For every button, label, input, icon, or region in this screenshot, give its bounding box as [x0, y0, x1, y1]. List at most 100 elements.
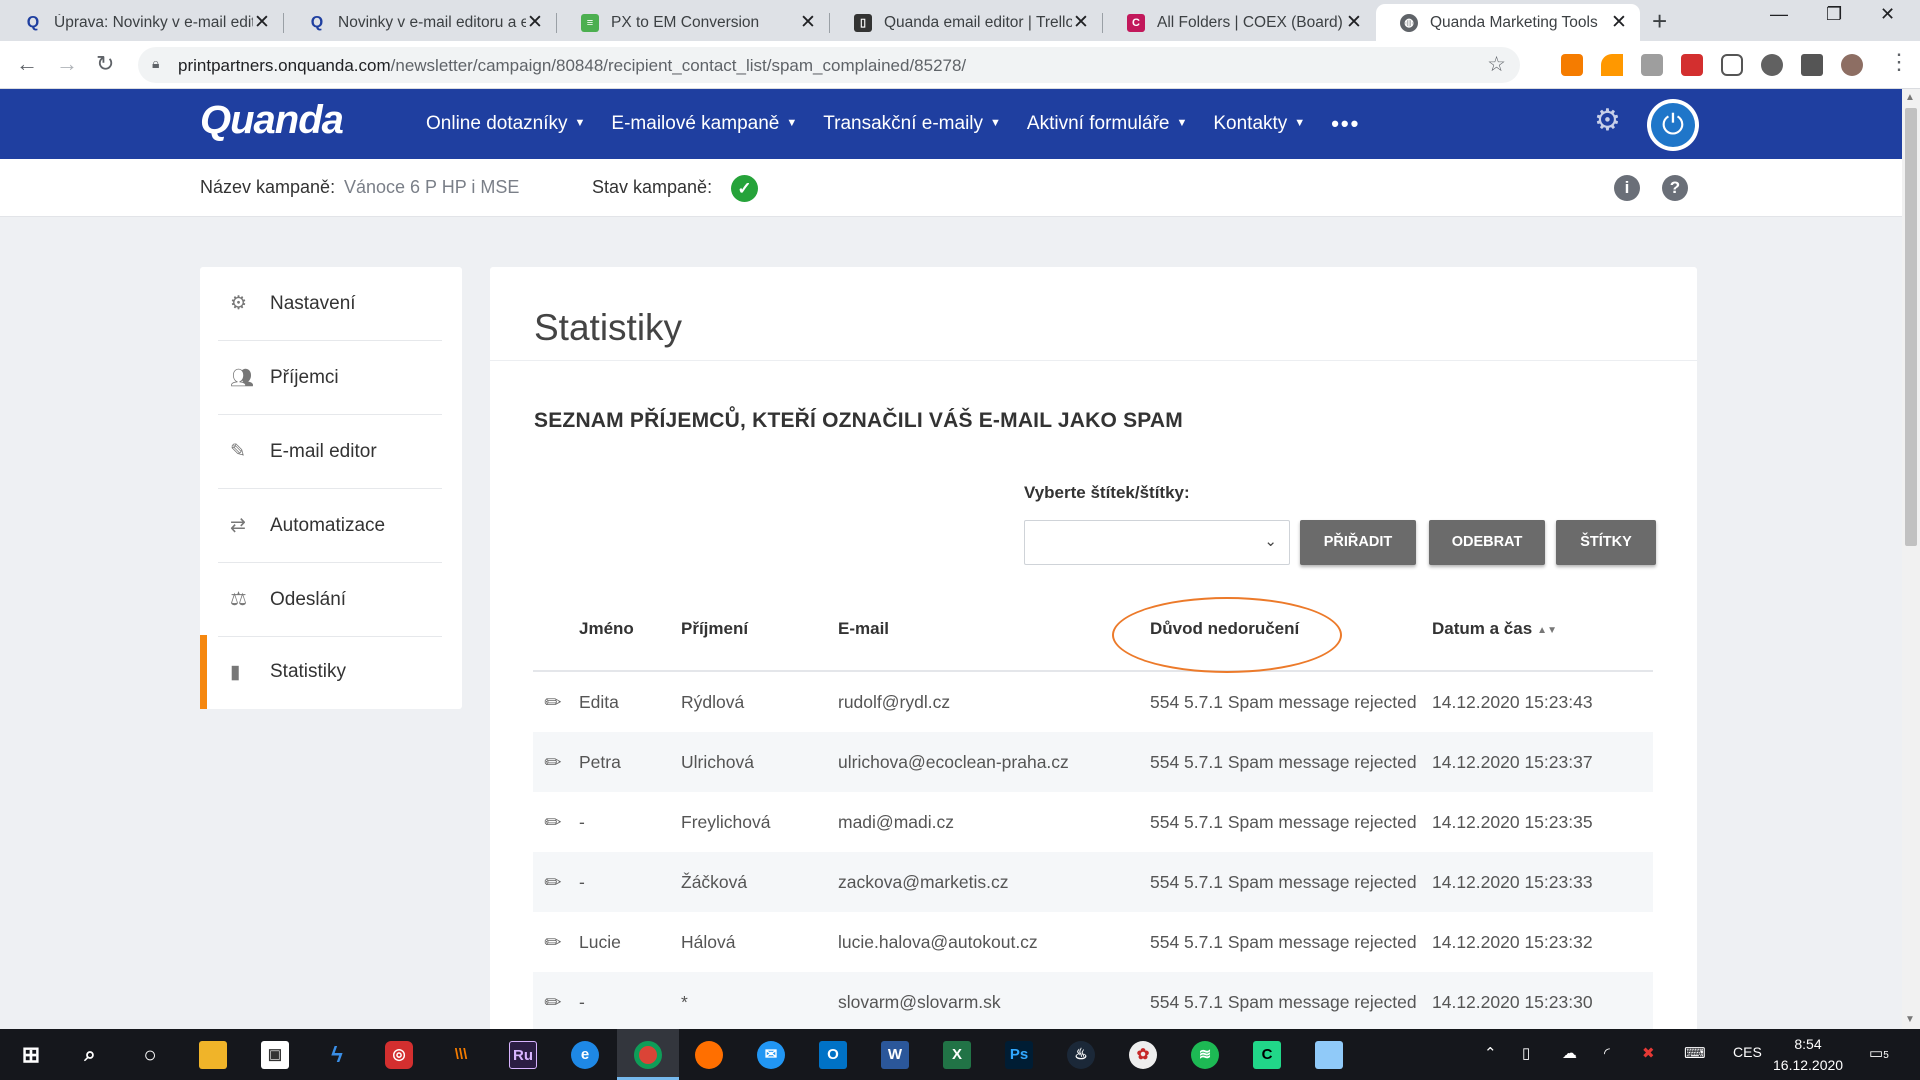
sidebar-item-recipients[interactable]: 👥︎ Příjemci: [218, 341, 442, 415]
sidebar-item-email-editor[interactable]: ✎ E-mail editor: [218, 415, 442, 489]
browser-tab[interactable]: ▯ Quanda email editor | Trello ✕: [830, 4, 1102, 41]
scroll-up-icon[interactable]: ▲: [1905, 92, 1915, 103]
chrome-icon[interactable]: [634, 1041, 662, 1069]
wifi-icon[interactable]: ◜: [1604, 1044, 1610, 1062]
pocket-extension-icon[interactable]: [1721, 54, 1743, 76]
tag-select-label: Vyberte štítek/štítky:: [1024, 483, 1190, 502]
close-tab-icon[interactable]: ✕: [799, 11, 817, 34]
browser-tab[interactable]: Q Novinky v e-mail editoru a e- ✕: [284, 4, 556, 41]
onedrive-icon[interactable]: ☁: [1562, 1044, 1577, 1062]
menu-online-surveys[interactable]: Online dotazníky ▼: [426, 113, 585, 135]
thunderbird-icon[interactable]: ✉: [757, 1041, 785, 1069]
store-icon[interactable]: ▣: [261, 1041, 289, 1069]
restore-window-icon[interactable]: ❐: [1826, 4, 1842, 25]
browser-tab[interactable]: C All Folders | COEX (Board) ✕: [1103, 4, 1375, 41]
tag-icon[interactable]: ✎: [539, 988, 569, 1018]
info-icon[interactable]: i: [1614, 175, 1640, 201]
keyboard-icon[interactable]: ⌨: [1684, 1044, 1706, 1062]
settings-gear-icon[interactable]: ⚙: [1594, 103, 1621, 138]
quanda-logo[interactable]: Quanda: [200, 98, 344, 143]
menu-transactional-emails[interactable]: Transakční e-maily ▼: [823, 113, 1001, 135]
tag-icon[interactable]: ✎: [539, 748, 569, 778]
close-tab-icon[interactable]: ✕: [253, 11, 271, 34]
lightning-app-icon[interactable]: ϟ: [323, 1041, 351, 1069]
code-editor-icon[interactable]: C: [1253, 1041, 1281, 1069]
more-menu-icon[interactable]: •••: [1331, 111, 1360, 137]
close-tab-icon[interactable]: ✕: [1610, 11, 1628, 34]
steam-icon[interactable]: ♨: [1067, 1041, 1095, 1069]
assign-tag-button[interactable]: PŘIŘADIT: [1300, 520, 1416, 565]
profile-avatar[interactable]: [1841, 54, 1863, 76]
close-window-icon[interactable]: ✕: [1880, 4, 1895, 25]
close-tab-icon[interactable]: ✕: [1345, 11, 1363, 34]
help-icon[interactable]: ?: [1662, 175, 1688, 201]
edge-icon[interactable]: e: [571, 1041, 599, 1069]
cell-first-name: -: [579, 812, 585, 832]
scroll-down-icon[interactable]: ▼: [1905, 1014, 1915, 1025]
phone-tray-icon[interactable]: ▯: [1522, 1044, 1530, 1062]
menu-contacts[interactable]: Kontakty ▼: [1213, 113, 1305, 135]
close-tab-icon[interactable]: ✕: [1072, 11, 1090, 34]
rush-icon[interactable]: Ru: [509, 1041, 537, 1069]
tray-overflow-icon[interactable]: ⌃: [1484, 1044, 1497, 1062]
taskbar-clock[interactable]: 8:54 16.12.2020: [1773, 1034, 1843, 1076]
scrollbar-thumb[interactable]: [1905, 108, 1917, 546]
menu-email-campaigns[interactable]: E-mailové kampaně ▼: [611, 113, 797, 135]
spotify-icon[interactable]: ≋: [1191, 1041, 1219, 1069]
excel-icon[interactable]: X: [943, 1041, 971, 1069]
language-indicator[interactable]: CES: [1733, 1044, 1762, 1060]
word-icon[interactable]: W: [881, 1041, 909, 1069]
photoshop-icon[interactable]: Ps: [1005, 1041, 1033, 1069]
minimize-window-icon[interactable]: —: [1770, 4, 1788, 25]
address-bar[interactable]: 🔒︎ printpartners.onquanda.com/newsletter…: [138, 47, 1520, 83]
firefox-icon[interactable]: [695, 1041, 723, 1069]
browser-tab[interactable]: Q Úprava: Novinky v e-mail editoru ✕: [0, 4, 283, 41]
search-icon[interactable]: ⌕: [76, 1041, 104, 1069]
browser-tab-active[interactable]: ◍ Quanda Marketing Tools ✕: [1376, 4, 1640, 41]
analytics-extension-icon[interactable]: [1561, 54, 1583, 76]
tag-icon[interactable]: ✎: [539, 808, 569, 838]
sidebar-item-statistics[interactable]: ▮ Statistiky: [218, 635, 442, 709]
column-last-name[interactable]: Příjmení: [681, 619, 748, 639]
sidebar-item-settings[interactable]: ⚙ Nastavení: [218, 267, 442, 341]
windows-start-icon[interactable]: ⊞: [17, 1041, 45, 1069]
sidebar-item-automation[interactable]: ⇄ Automatizace: [218, 489, 442, 563]
tag-icon[interactable]: ✎: [539, 928, 569, 958]
file-explorer-icon[interactable]: [199, 1041, 227, 1069]
tag-select[interactable]: ⌄: [1024, 520, 1290, 565]
tag-icon[interactable]: ✎: [539, 688, 569, 718]
back-icon[interactable]: ←: [16, 51, 38, 77]
column-first-name[interactable]: Jméno: [579, 619, 634, 639]
bookmark-star-icon[interactable]: ☆: [1487, 52, 1506, 77]
sticky-app-icon[interactable]: ✿: [1129, 1041, 1157, 1069]
reload-icon[interactable]: ↻: [96, 51, 114, 77]
menu-active-forms[interactable]: Aktivní formuláře ▼: [1027, 113, 1187, 135]
forward-icon[interactable]: →: [56, 51, 78, 77]
column-email[interactable]: E-mail: [838, 619, 889, 639]
notes-app-icon[interactable]: [1315, 1041, 1343, 1069]
tag-icon[interactable]: ✎: [539, 868, 569, 898]
puzzle-extensions-icon[interactable]: [1801, 54, 1823, 76]
close-tab-icon[interactable]: ✕: [526, 11, 544, 34]
sidebar-item-sending[interactable]: ⚖ Odeslání: [218, 563, 442, 637]
clock-time: 8:54: [1794, 1036, 1822, 1052]
dropbox-alert-icon[interactable]: ✖: [1642, 1044, 1655, 1062]
pdf-extension-icon[interactable]: [1681, 54, 1703, 76]
logout-power-button[interactable]: ⏻: [1647, 99, 1699, 151]
new-tab-button[interactable]: +: [1652, 6, 1667, 37]
browser-menu-icon[interactable]: ⋮: [1888, 49, 1910, 75]
app-icon[interactable]: \\\: [447, 1041, 475, 1069]
sort-icon[interactable]: ▲▼: [1537, 625, 1557, 636]
remove-tag-button[interactable]: ODEBRAT: [1429, 520, 1545, 565]
outlook-icon[interactable]: O: [819, 1041, 847, 1069]
windows-taskbar: ⊞ ⌕ ○ ▣ ϟ ◎ \\\ Ru e ✉ O W X Ps ♨ ✿ ≋ C …: [0, 1029, 1920, 1080]
browser-tab[interactable]: ≡ PX to EM Conversion ✕: [557, 4, 829, 41]
column-datetime[interactable]: Datum a čas ▲▼: [1432, 619, 1557, 639]
rss-extension-icon[interactable]: [1601, 54, 1623, 76]
tags-button[interactable]: ŠTÍTKY: [1556, 520, 1656, 565]
camera-extension-icon[interactable]: [1641, 54, 1663, 76]
creative-cloud-icon[interactable]: ◎: [385, 1041, 413, 1069]
task-view-icon[interactable]: ○: [136, 1041, 164, 1069]
notifications-icon[interactable]: ▭5: [1869, 1044, 1889, 1062]
dark-mode-extension-icon[interactable]: [1761, 54, 1783, 76]
